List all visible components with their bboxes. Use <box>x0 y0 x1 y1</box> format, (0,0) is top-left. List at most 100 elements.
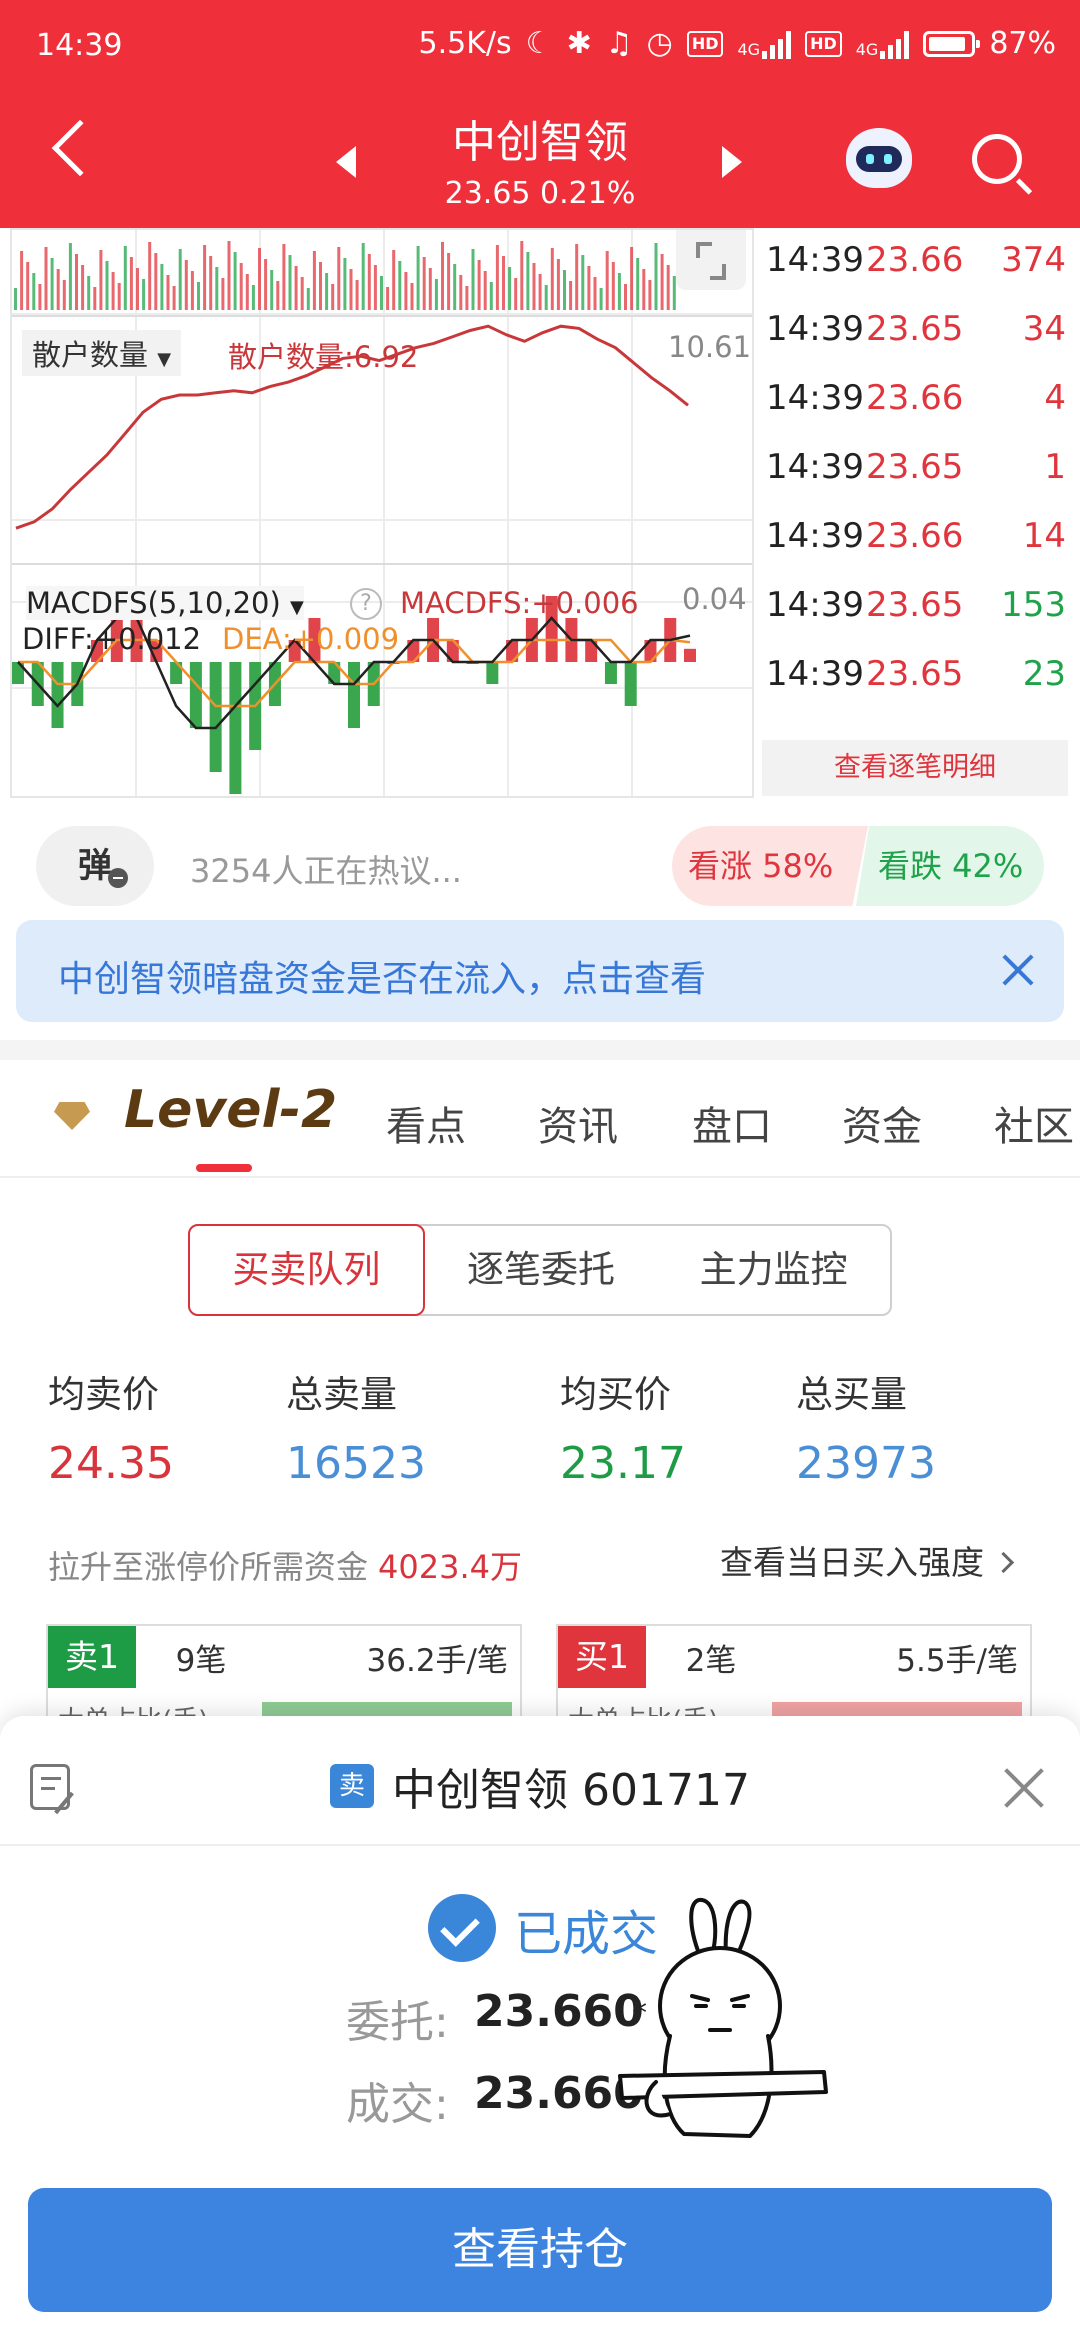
total-buy-value: 23973 <box>796 1438 936 1489</box>
battery-icon <box>923 30 981 57</box>
volume-bar <box>270 270 274 310</box>
volume-bar <box>636 258 640 310</box>
segment-main-monitor[interactable]: 主力监控 <box>657 1226 890 1314</box>
alarm-icon: ◷ <box>646 26 673 61</box>
volume-bar <box>483 271 487 310</box>
retail-value-label: 散户数量:6.92 <box>228 340 419 374</box>
volume-bar <box>209 256 213 310</box>
tick-volume: 153 <box>1001 585 1066 625</box>
moon-icon: ☾ <box>525 26 553 61</box>
tab-funds[interactable]: 资金 <box>842 1094 922 1152</box>
diamond-icon <box>54 1102 90 1130</box>
retail-indicator-select[interactable]: 散户数量 ▼ <box>22 330 182 376</box>
tick-volume: 1 <box>1044 447 1066 487</box>
section-divider <box>0 1040 1080 1060</box>
macd-indicator-select[interactable]: MACDFS(5,10,20) ▼ <box>26 586 304 620</box>
volume-bar <box>404 272 408 310</box>
volume-bar <box>282 244 286 310</box>
volume-bar <box>215 267 219 310</box>
limit-up-capital: 拉升至涨停价所需资金 4023.4万 <box>48 1542 522 1588</box>
volume-bar <box>502 256 505 310</box>
buy-strength-link[interactable]: 查看当日买入强度 <box>720 1536 1011 1584</box>
search-icon[interactable] <box>972 134 1022 184</box>
buy-queue-box[interactable]: 买1 2笔 5.5手/笔 大单占比(手) <box>556 1624 1032 1724</box>
next-stock-icon[interactable] <box>722 146 742 178</box>
volume-bar <box>190 271 194 310</box>
rabbit-mascot-image <box>618 1898 828 2138</box>
tick-detail-link[interactable]: 查看逐笔明细 <box>762 740 1068 796</box>
volume-bar <box>495 245 499 310</box>
view-positions-button[interactable]: 查看持仓 <box>28 2188 1052 2312</box>
robot-assistant-icon[interactable] <box>846 128 912 188</box>
volume-bar <box>654 243 658 310</box>
volume-bar <box>26 262 30 310</box>
bearish-vote-button[interactable]: 看跌 42% <box>856 826 1044 906</box>
tick-volume: 23 <box>1022 654 1066 694</box>
volume-bar <box>178 249 182 310</box>
segment-order-by-order[interactable]: 逐笔委托 <box>425 1226 658 1314</box>
volume-bar <box>587 266 591 310</box>
tab-order-book[interactable]: 盘口 <box>692 1094 772 1152</box>
volume-bar <box>508 267 512 310</box>
macd-histogram-bar <box>486 662 499 684</box>
volume-bar <box>288 255 292 310</box>
mute-bell-icon: ♫ <box>605 26 633 61</box>
volume-bar <box>611 262 615 310</box>
sell-queue-box[interactable]: 卖1 9笔 36.2手/笔 大单占比(手) <box>46 1624 522 1724</box>
volume-bar <box>575 244 579 310</box>
tab-news[interactable]: 资讯 <box>538 1094 618 1152</box>
close-icon[interactable] <box>1004 1768 1044 1808</box>
status-time: 14:39 <box>36 28 123 63</box>
tick-volume: 34 <box>1022 309 1066 349</box>
volume-bar <box>258 248 261 310</box>
volume-bar <box>373 265 377 310</box>
volume-bar <box>520 241 524 310</box>
indicator-charts[interactable]: 散户数量 ▼ 散户数量:6.92 10.61 MACDFS(5,10,20) ▼… <box>10 228 754 798</box>
expand-chart-icon[interactable] <box>676 230 746 290</box>
tab-level2[interactable]: Level-2 <box>124 1080 337 1140</box>
discussion-count[interactable]: 3254人正在热议... <box>190 846 462 892</box>
edit-note-icon[interactable] <box>30 1764 74 1815</box>
tab-kandian[interactable]: 看点 <box>386 1094 466 1152</box>
volume-bar <box>203 245 207 310</box>
tick-row: 14:39 23.65 34 <box>766 299 1066 359</box>
total-buy-label: 总买量 <box>796 1373 907 1416</box>
volume-bar <box>294 266 298 310</box>
stock-title: 中创智领 <box>452 117 628 168</box>
macd-value-label: MACDFS:+0.006 <box>400 586 639 620</box>
volume-bar <box>489 282 493 310</box>
volume-bar <box>233 252 237 310</box>
net-speed: 5.5K/s <box>418 26 512 61</box>
danmu-toggle-button[interactable]: 弹 <box>36 826 154 906</box>
sell-badge: 卖 <box>330 1764 374 1808</box>
macd-histogram-bar <box>684 648 696 662</box>
volume-bar <box>666 265 670 310</box>
volume-bar <box>184 260 188 310</box>
volume-bar <box>197 282 200 310</box>
macd-indicator-label: MACDFS(5,10,20) <box>26 586 281 620</box>
volume-bar <box>410 283 414 310</box>
bullish-vote-button[interactable]: 看涨 58% <box>672 826 868 906</box>
volume-bar <box>367 254 371 310</box>
volume-bar <box>166 275 170 310</box>
bluetooth-icon: ✱ <box>566 26 592 61</box>
volume-bar <box>477 260 481 310</box>
close-icon[interactable] <box>1002 954 1034 986</box>
tick-row: 14:39 23.66 14 <box>766 506 1066 566</box>
segment-bid-ask-queue[interactable]: 买卖队列 <box>188 1224 425 1316</box>
dropdown-icon: ▼ <box>290 597 304 618</box>
tick-time: 14:39 <box>766 516 864 556</box>
tick-list: 14:39 23.66 374 14:39 23.65 34 14:39 23.66 4 14:3… <box>758 228 1074 798</box>
help-icon[interactable]: ? <box>350 588 382 620</box>
tick-price: 23.65 <box>866 585 964 625</box>
volume-bar <box>99 250 103 310</box>
tick-price: 23.65 <box>866 447 964 487</box>
minus-icon <box>108 868 128 888</box>
macd-histogram-bar <box>209 662 222 772</box>
volume-bar <box>227 241 231 310</box>
dark-pool-banner[interactable]: 中创智领暗盘资金是否在流入，点击查看 <box>16 920 1064 1022</box>
tab-community[interactable]: 社区 <box>994 1094 1074 1152</box>
volume-bar <box>617 273 621 310</box>
volume-bar <box>471 249 475 310</box>
volume-bar <box>569 281 573 310</box>
